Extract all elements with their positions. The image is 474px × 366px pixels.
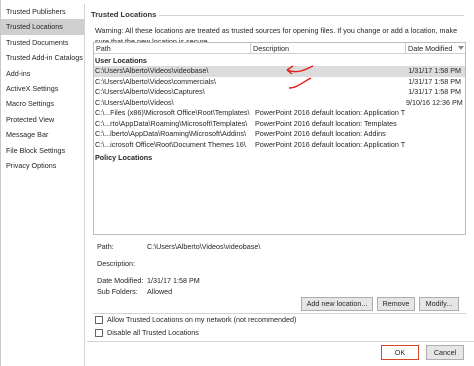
sidebar-item-trusted-locations[interactable]: Trusted Locations (1, 19, 84, 35)
group-label-policy-locations: Policy Locations (95, 153, 153, 162)
sidebar-item-addins[interactable]: Add-ins (1, 66, 84, 81)
page-title: Trusted Locations (91, 10, 157, 19)
trusted-locations-table[interactable]: Path Description Date Modified User Loca… (93, 42, 466, 235)
cell-path: C:\Users\Alberto\Videos\Captures\ (95, 87, 205, 96)
cell-path: C:\...icrosoft Office\Root\Document Them… (95, 139, 246, 149)
sidebar-item-activex-settings[interactable]: ActiveX Settings (1, 81, 84, 96)
disable-all-checkbox-row[interactable]: Disable all Trusted Locations (95, 328, 295, 338)
sidebar-item-protected-view[interactable]: Protected View (1, 112, 84, 127)
disable-all-label[interactable]: Disable all Trusted Locations (107, 328, 199, 338)
allow-network-checkbox-row[interactable]: Allow Trusted Locations on my network (n… (95, 315, 395, 325)
detail-subfolders-value: Allowed (147, 287, 173, 296)
cell-date: 9/10/16 12:36 PM (406, 97, 463, 107)
chevron-down-icon[interactable] (458, 46, 464, 50)
table-row[interactable]: C:\...icrosoft Office\Root\Document Them… (94, 140, 465, 151)
sidebar-item-message-bar[interactable]: Message Bar (1, 127, 84, 142)
sidebar-item-trusted-addin-catalogs[interactable]: Trusted Add-in Catalogs (1, 50, 84, 65)
cell-description: PowerPoint 2016 default location: Applic… (255, 139, 405, 149)
cell-date: 1/31/17 1:58 PM (408, 66, 461, 75)
sidebar-item-macro-settings[interactable]: Macro Settings (1, 96, 84, 111)
table-row[interactable]: C:\Users\Alberto\Videos\commercials\ 1/3… (94, 77, 465, 88)
table-header: Path Description Date Modified (94, 43, 465, 54)
cell-path: C:\...rto\AppData\Roaming\Microsoft\Temp… (95, 118, 248, 128)
table-row[interactable]: C:\...Files (x86)\Microsoft Office\Root\… (94, 108, 465, 119)
column-header-date-label: Date Modified (408, 44, 453, 53)
cell-path: C:\Users\Alberto\Videos\ (95, 97, 174, 107)
main-panel: Trusted Locations Warning: All these loc… (87, 0, 474, 366)
cell-path: C:\Users\Alberto\Videos\commercials\ (95, 76, 216, 86)
ok-button[interactable]: OK (381, 345, 419, 360)
sidebar-item-trusted-publishers[interactable]: Trusted Publishers (1, 4, 84, 19)
table-row[interactable]: C:\Users\Alberto\Videos\Captures\ 1/31/1… (94, 87, 465, 98)
footer-divider (87, 341, 474, 342)
sidebar: Trusted Publishers Trusted Locations Tru… (1, 4, 85, 366)
allow-network-checkbox[interactable] (95, 316, 103, 324)
column-header-date-modified[interactable]: Date Modified (406, 43, 465, 54)
table-row[interactable]: C:\...rto\AppData\Roaming\Microsoft\Temp… (94, 119, 465, 130)
cell-description: PowerPoint 2016 default location: Templa… (255, 118, 397, 128)
cell-path: C:\Users\Alberto\Videos\videobase\ (95, 66, 209, 75)
detail-path-value: C:\Users\Alberto\Videos\videobase\ (147, 242, 261, 251)
red-arrow-annotation (286, 65, 314, 89)
cell-date: 1/31/17 1:58 PM (408, 87, 461, 96)
cell-description: PowerPoint 2016 default location: Applic… (255, 108, 405, 117)
modify-button[interactable]: Modify... (419, 297, 459, 311)
detail-date-label: Date Modified: (97, 276, 144, 285)
table-row[interactable]: C:\...lberto\AppData\Roaming\Microsoft\A… (94, 129, 465, 140)
detail-path-label: Path: (97, 242, 114, 251)
cell-description: PowerPoint 2016 default location: Addins (255, 129, 386, 138)
cell-path: C:\...Files (x86)\Microsoft Office\Root\… (95, 108, 250, 117)
details-divider (93, 313, 466, 314)
allow-network-label[interactable]: Allow Trusted Locations on my network (n… (107, 315, 296, 325)
group-label-user-locations: User Locations (95, 56, 147, 65)
sidebar-item-privacy-options[interactable]: Privacy Options (1, 158, 84, 173)
cell-date: 1/31/17 1:58 PM (408, 76, 461, 86)
remove-button[interactable]: Remove (377, 297, 415, 311)
column-header-description[interactable]: Description (251, 43, 406, 54)
sidebar-item-file-block-settings[interactable]: File Block Settings (1, 143, 84, 158)
trust-center-dialog: Trusted Publishers Trusted Locations Tru… (0, 0, 474, 366)
detail-subfolders-label: Sub Folders: (97, 287, 138, 296)
cancel-button[interactable]: Cancel (426, 345, 464, 360)
detail-description-label: Description: (97, 259, 135, 268)
table-row[interactable]: C:\Users\Alberto\Videos\videobase\ 1/31/… (94, 66, 465, 77)
column-header-path[interactable]: Path (94, 43, 251, 54)
detail-date-value: 1/31/17 1:58 PM (147, 276, 200, 285)
disable-all-checkbox[interactable] (95, 329, 103, 337)
sidebar-item-trusted-documents[interactable]: Trusted Documents (1, 35, 84, 50)
table-row[interactable]: C:\Users\Alberto\Videos\ 9/10/16 12:36 P… (94, 98, 465, 109)
title-divider (159, 15, 464, 16)
cell-path: C:\...lberto\AppData\Roaming\Microsoft\A… (95, 129, 247, 138)
add-location-button[interactable]: Add new location... (301, 297, 373, 311)
